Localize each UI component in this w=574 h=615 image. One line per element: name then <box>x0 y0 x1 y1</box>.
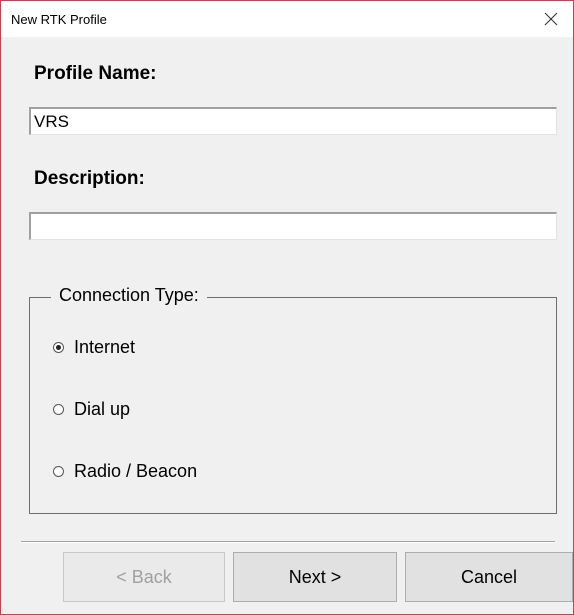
radio-dial-up[interactable]: Dial up <box>53 399 130 420</box>
new-rtk-profile-dialog: New RTK Profile Profile Name: Descriptio… <box>0 0 574 615</box>
radio-label-internet: Internet <box>74 337 136 357</box>
connection-type-legend: Connection Type: <box>51 285 207 306</box>
radio-button-checked[interactable] <box>53 342 64 353</box>
button-separator <box>21 541 555 543</box>
radio-label-radio-beacon: Radio / Beacon <box>74 461 198 481</box>
radio-button[interactable] <box>53 466 64 477</box>
close-icon <box>544 12 558 26</box>
cancel-button[interactable]: Cancel <box>405 552 573 602</box>
description-label: Description: <box>34 168 145 189</box>
radio-radio-beacon[interactable]: Radio / Beacon <box>53 461 197 482</box>
window-title: New RTK Profile <box>11 12 107 27</box>
back-button[interactable]: < Back <box>63 552 225 602</box>
next-button[interactable]: Next > <box>233 552 397 602</box>
profile-name-label: Profile Name: <box>34 63 157 84</box>
description-input[interactable] <box>29 212 557 240</box>
title-bar: New RTK Profile <box>1 1 573 37</box>
profile-name-input[interactable] <box>29 107 557 135</box>
close-button[interactable] <box>529 1 573 37</box>
radio-label-dial-up: Dial up <box>74 399 131 419</box>
radio-button[interactable] <box>53 404 64 415</box>
radio-internet[interactable]: Internet <box>53 337 135 358</box>
